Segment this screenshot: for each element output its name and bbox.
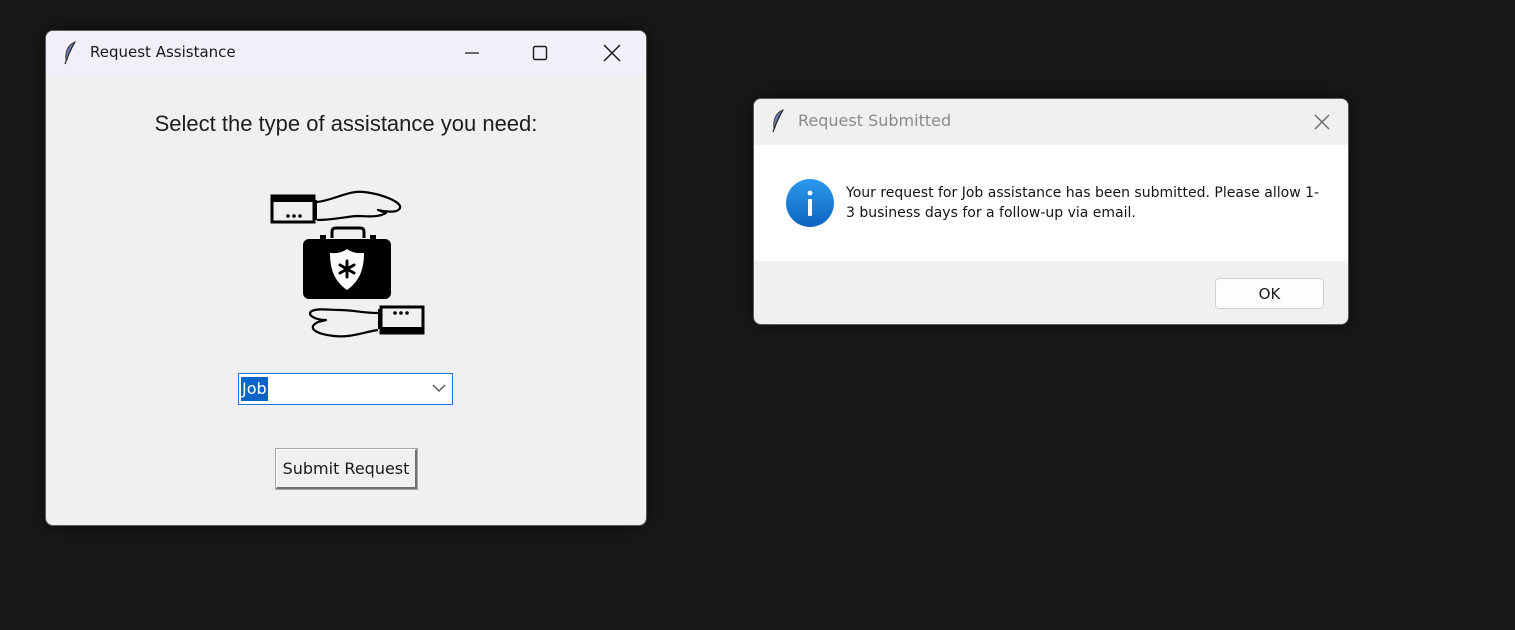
submit-request-button[interactable]: Submit Request [275,448,418,490]
ok-button[interactable]: OK [1215,278,1324,309]
feather-icon [770,109,786,133]
window-title: Request Assistance [90,43,236,61]
info-icon [786,179,834,227]
assistance-type-dropdown[interactable]: Job [238,373,453,405]
hands-briefcase-icon [270,190,425,338]
chevron-down-icon[interactable] [432,383,446,393]
dialog-message: Your request for Job assistance has been… [846,185,1320,221]
maximize-icon [532,45,548,61]
minimize-button[interactable] [452,39,492,67]
minimize-icon [465,52,479,54]
feather-icon [62,41,78,65]
close-button[interactable] [592,39,632,67]
dialog-title-bar[interactable]: Request Submitted [754,99,1348,145]
maximize-button[interactable] [520,39,560,67]
close-icon [603,44,621,62]
assistance-prompt: Select the type of assistance you need: [154,111,538,136]
dialog-body: Your request for Job assistance has been… [754,145,1348,261]
assistance-type-value[interactable]: Job [241,377,268,401]
dialog-title: Request Submitted [798,111,952,130]
close-icon [1314,114,1330,130]
request-submitted-dialog: Request Submitted Your request for Job a… [753,98,1349,325]
title-bar[interactable]: Request Assistance [46,31,646,75]
request-assistance-window: Request Assistance Select the type of as… [45,30,647,526]
dialog-close-button[interactable] [1310,110,1334,134]
